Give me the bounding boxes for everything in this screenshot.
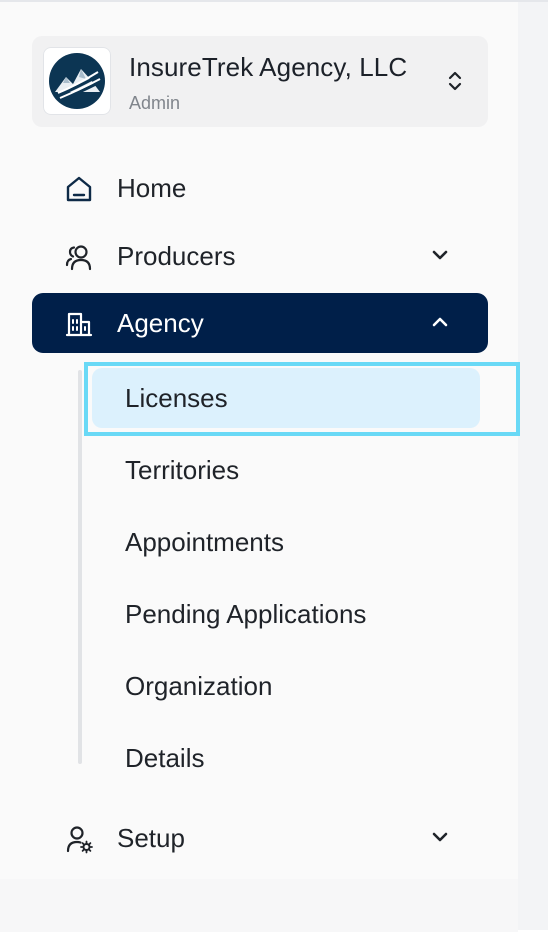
subnav-label-appointments: Appointments [125, 527, 284, 557]
subnav-item-organization[interactable]: Organization [92, 656, 480, 716]
subnav-guide-line [78, 370, 82, 764]
nav-label-producers: Producers [117, 241, 236, 271]
org-switcher[interactable]: InsureTrek Agency, LLC Admin [32, 36, 488, 127]
chevron-down-icon[interactable] [429, 244, 451, 266]
building-icon [64, 309, 94, 339]
subnav-label-territories: Territories [125, 455, 240, 485]
org-name: InsureTrek Agency, LLC [129, 52, 408, 82]
subnav-label-pending-applications: Pending Applications [125, 599, 367, 629]
mountain-logo-icon [43, 47, 111, 115]
nav-label-agency: Agency [117, 308, 204, 338]
subnav-label-details: Details [125, 743, 205, 773]
content-gutter [518, 2, 548, 930]
sidebar-footer-area [0, 879, 518, 932]
chevron-down-icon[interactable] [429, 826, 451, 848]
nav-item-setup[interactable]: Setup [32, 808, 488, 868]
nav-label-home: Home [117, 173, 187, 203]
subnav-label-licenses: Licenses [125, 383, 228, 413]
nav-item-producers[interactable]: Producers [32, 226, 488, 286]
subnav-item-licenses[interactable]: Licenses [92, 368, 480, 428]
subnav-label-organization: Organization [125, 671, 273, 701]
subnav-item-pending-applications[interactable]: Pending Applications [92, 584, 480, 644]
user-settings-icon [64, 824, 94, 854]
subnav-item-details[interactable]: Details [92, 728, 480, 788]
nav-item-agency[interactable]: Agency [32, 293, 488, 353]
users-icon [64, 242, 94, 272]
org-role: Admin [129, 93, 181, 113]
nav-label-setup: Setup [117, 823, 185, 853]
chevron-up-icon[interactable] [429, 311, 451, 333]
nav-item-home[interactable]: Home [32, 158, 488, 218]
subnav-item-appointments[interactable]: Appointments [92, 512, 480, 572]
subnav-item-territories[interactable]: Territories [92, 440, 480, 500]
home-icon [64, 174, 94, 204]
chevron-up-down-icon[interactable] [444, 70, 466, 92]
sidebar: InsureTrek Agency, LLC Admin Home Produc… [0, 2, 518, 932]
